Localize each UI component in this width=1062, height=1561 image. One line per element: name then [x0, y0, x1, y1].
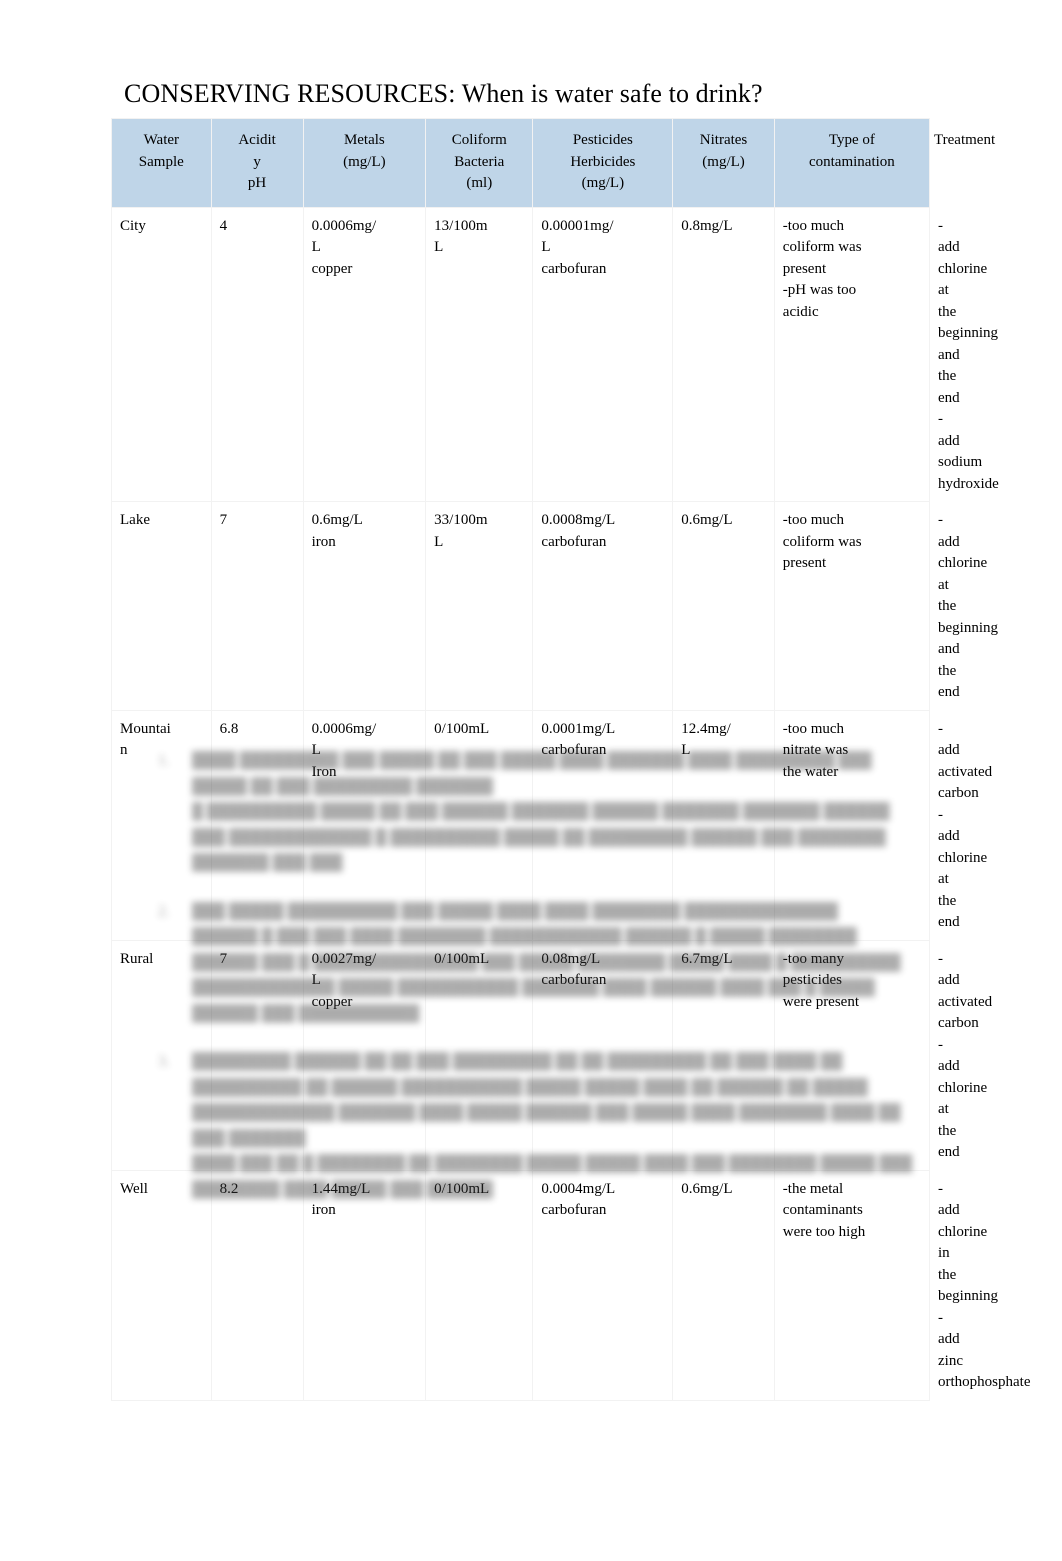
- cell-acidity-ph: 7: [210, 501, 304, 711]
- cell-line: Lake: [120, 512, 150, 528]
- header-line: Water: [143, 132, 180, 148]
- cell-line: L: [311, 239, 321, 255]
- header-line: (mg/L): [581, 175, 625, 191]
- column-header-water-sample: Water Sample: [111, 118, 212, 208]
- cell-line: coliform was: [782, 239, 862, 255]
- cell-line: 12.4mg/: [681, 720, 731, 737]
- cell-line: 7: [219, 512, 228, 528]
- table-row: City 4 0.0006mg/ L copper 13/100m L 0.00…: [111, 206, 999, 502]
- cell-line: carbofuran: [541, 533, 607, 550]
- header-line: y: [253, 153, 261, 170]
- cell-line: 4: [219, 217, 228, 234]
- cell-line: City: [120, 217, 146, 234]
- header-line: Type of: [828, 132, 875, 148]
- table-header-row: Water Sample Acidit y pH Metals (mg/L) C…: [111, 118, 995, 208]
- cell-line: 6.8: [219, 720, 239, 737]
- header-line: Metals: [343, 132, 385, 148]
- cell-line: copper: [311, 260, 353, 277]
- cell-line: 0.0006mg/: [311, 217, 377, 234]
- cell-type-of-contamination: -too much coliform was present: [773, 501, 931, 711]
- question-text: ████ █████████ ███ █████ ██ ███ █████ ██…: [192, 752, 872, 795]
- cell-water-sample: City: [111, 206, 212, 502]
- cell-line: L: [434, 533, 444, 550]
- cell-line: acidic: [782, 303, 819, 320]
- document-page: CONSERVING RESOURCES: When is water safe…: [0, 0, 1062, 1561]
- list-item-number: 1.: [158, 752, 170, 769]
- cell-line: L: [434, 239, 444, 255]
- column-header-nitrates: Nitrates (mg/L): [672, 118, 775, 208]
- cell-line: L: [541, 239, 551, 255]
- header-line: Sample: [138, 153, 184, 170]
- list-item: 3. █████████ ██████ ██ ██ ███ █████████ …: [150, 1049, 920, 1202]
- cell-line: iron: [311, 533, 336, 550]
- cell-line: 13/100m: [434, 217, 488, 234]
- cell-acidity-ph: 4: [210, 206, 304, 502]
- answer-text: ████ ███ ██ █ ████████ ██ ████████ █████…: [192, 1155, 913, 1198]
- header-line: Acidit: [238, 132, 276, 148]
- table-row: Lake 7 0.6mg/L iron 33/100m L 0.0008mg/L…: [111, 501, 998, 711]
- column-header-pesticides-herbicides: Pesticides Herbicides (mg/L): [532, 118, 674, 208]
- cell-coliform-bacteria: 33/100m L: [425, 501, 534, 711]
- answer-text: ██████ █ ███ ███ ████ ████████ █████████…: [192, 928, 901, 1022]
- header-line: Pesticides: [572, 132, 633, 148]
- cell-line: -too much: [782, 720, 845, 737]
- answer-text: █ ██████████ █████ ██ ███ ██████ ███████…: [192, 803, 890, 871]
- cell-line: 0.6mg/L: [681, 512, 733, 528]
- header-line: Bacteria: [454, 153, 505, 170]
- cell-line: Mountai: [120, 720, 171, 737]
- cell-pesticides-herbicides: 0.00001mg/ L carbofuran: [532, 206, 674, 502]
- cell-line: 0.00001mg/: [541, 217, 614, 234]
- cell-type-of-contamination: -too much coliform was present -pH was t…: [773, 206, 931, 502]
- cell-line: 0.0006mg/: [311, 720, 377, 737]
- cell-line: -too much: [782, 217, 845, 234]
- list-item-number: 2.: [158, 902, 170, 920]
- cell-line: 0.0008mg/L: [541, 512, 616, 528]
- column-header-metals: Metals (mg/L): [302, 118, 427, 208]
- cell-nitrates: 0.8mg/L: [672, 206, 775, 502]
- cell-line: carbofuran: [541, 260, 607, 277]
- cell-nitrates: 0.6mg/L: [672, 501, 775, 711]
- cell-line: -pH was too: [782, 282, 857, 298]
- cell-line: 0/100mL: [434, 720, 490, 737]
- cell-line: 0.6mg/L: [311, 512, 363, 528]
- question-text: █████████ ██████ ██ ██ ███ █████████ ██ …: [192, 1053, 901, 1147]
- cell-pesticides-herbicides: 0.0008mg/L carbofuran: [532, 501, 674, 711]
- list-item-number: 3.: [158, 1053, 170, 1070]
- header-line: contamination: [808, 153, 895, 170]
- header-line: (mg/L): [343, 153, 386, 170]
- cell-line: 0.0001mg/L: [541, 720, 616, 737]
- cell-line: coliform was: [782, 533, 862, 550]
- list-item: 1. ████ █████████ ███ █████ ██ ███ █████…: [150, 748, 920, 876]
- cell-line: present: [782, 260, 827, 277]
- cell-coliform-bacteria: 13/100m L: [425, 206, 534, 502]
- column-header-type-of-contamination: Type of contamination: [773, 118, 931, 208]
- questions-section: 1. ████ █████████ ███ █████ ██ ███ █████…: [150, 748, 920, 1225]
- cell-line: 33/100m: [434, 512, 488, 528]
- header-line: Herbicides: [570, 153, 636, 170]
- cell-metals: 0.6mg/L iron: [302, 501, 427, 711]
- cell-line: 0.8mg/L: [681, 217, 733, 234]
- column-header-coliform-bacteria: Coliform Bacteria (ml): [425, 118, 534, 208]
- page-title: CONSERVING RESOURCES: When is water safe…: [124, 79, 763, 109]
- cell-line: -too much: [782, 512, 845, 528]
- header-line: (ml): [466, 175, 493, 191]
- column-header-acidity-ph: Acidit y pH: [210, 118, 304, 208]
- cell-metals: 0.0006mg/ L copper: [302, 206, 427, 502]
- header-line: Coliform: [451, 132, 507, 148]
- list-item: 2. ███ █████ ██████████ ███ █████ ████ █…: [150, 899, 920, 1027]
- header-line: pH: [247, 175, 267, 191]
- header-line: (mg/L): [702, 153, 745, 170]
- header-line: Nitrates: [699, 132, 748, 148]
- cell-line: present: [782, 555, 827, 571]
- question-text: ███ █████ ██████████ ███ █████ ████ ████…: [192, 902, 838, 920]
- cell-water-sample: Lake: [111, 501, 212, 711]
